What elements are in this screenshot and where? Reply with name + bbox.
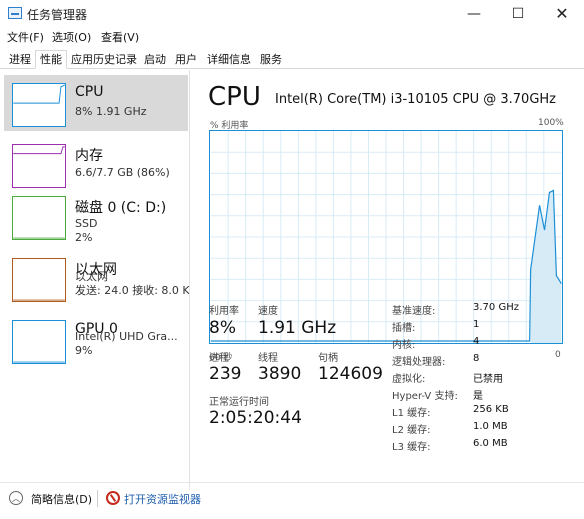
- l2-cache-label: L2 缓存:: [392, 425, 431, 436]
- threads-value: 3890: [258, 364, 302, 384]
- l2-cache-value: 1.0 MB: [473, 421, 508, 432]
- sidebar-item-gpu[interactable]: GPU 0 Intel(R) UHD Gra... 9%: [4, 312, 188, 368]
- hyper-v-value: 是: [473, 391, 483, 402]
- sidebar-item-ethernet[interactable]: 以太网 以太网 发送: 24.0 接收: 8.0 Kb: [4, 250, 190, 306]
- cores-value: 4: [473, 336, 480, 347]
- gpu-thumbnail-graph: [12, 320, 66, 364]
- memory-thumbnail-graph: [12, 144, 66, 188]
- tab-processes[interactable]: 进程: [4, 50, 36, 69]
- graph-time-end: 0: [555, 350, 561, 360]
- sockets-label: 插槽:: [392, 323, 416, 334]
- fewer-details-link[interactable]: 简略信息(D): [31, 491, 92, 507]
- cpu-model: Intel(R) Core(TM) i3-10105 CPU @ 3.70GHz: [275, 92, 556, 107]
- virtualization-label: 虚拟化:: [392, 374, 426, 385]
- tab-users[interactable]: 用户: [170, 50, 202, 69]
- speed-value: 1.91 GHz: [258, 318, 337, 338]
- cpu-detail-panel: CPU Intel(R) Core(TM) i3-10105 CPU @ 3.7…: [200, 70, 580, 490]
- l1-cache-value: 256 KB: [473, 404, 509, 415]
- logical-processors-value: 8: [473, 353, 480, 364]
- speed-label: 速度: [258, 306, 278, 317]
- cores-label: 内核:: [392, 340, 416, 351]
- close-button[interactable]: ✕: [540, 0, 584, 27]
- window-title: 任务管理器: [27, 8, 88, 22]
- sidebar-item-name: CPU: [75, 84, 104, 100]
- handles-label: 句柄: [318, 353, 338, 364]
- tab-details[interactable]: 详细信息: [202, 50, 256, 69]
- utilization-value: 8%: [209, 318, 236, 338]
- l1-cache-label: L1 缓存:: [392, 408, 431, 419]
- resource-monitor-icon[interactable]: [106, 491, 120, 505]
- sidebar-item-memory[interactable]: 内存 6.6/7.7 GB (86%): [4, 136, 188, 192]
- sidebar-item-detail: 8% 1.91 GHz: [75, 105, 147, 118]
- cpu-thumbnail-graph: [12, 83, 66, 127]
- ethernet-thumbnail-graph: [12, 258, 66, 302]
- sidebar-item-detail: 6.6/7.7 GB (86%): [75, 166, 170, 179]
- base-speed-label: 基准速度:: [392, 306, 436, 317]
- graph-max-label: 100%: [538, 118, 564, 128]
- footer-bar: ︿ 简略信息(D) 打开资源监视器: [0, 482, 584, 519]
- sidebar-item-disk[interactable]: 磁盘 0 (C: D:) SSD 2%: [4, 188, 188, 244]
- virtualization-value: 已禁用: [473, 374, 503, 385]
- minimize-button[interactable]: —: [452, 0, 496, 27]
- open-resource-monitor-link[interactable]: 打开资源监视器: [124, 491, 201, 507]
- sidebar-item-type: SSD: [75, 217, 98, 230]
- hyper-v-label: Hyper-V 支持:: [392, 391, 458, 402]
- base-speed-value: 3.70 GHz: [473, 302, 519, 313]
- uptime-label: 正常运行时间: [209, 397, 269, 408]
- chevron-up-icon[interactable]: ︿: [9, 491, 23, 505]
- sidebar-item-name: 磁盘 0 (C: D:): [75, 200, 167, 216]
- sidebar-item-detail: 2%: [75, 231, 93, 244]
- sidebar-item-name: 内存: [75, 148, 103, 164]
- tab-performance[interactable]: 性能: [35, 50, 67, 69]
- utilization-label: 利用率: [209, 306, 239, 317]
- menu-file[interactable]: 文件(F): [7, 29, 44, 45]
- tab-app-history[interactable]: 应用历史记录: [66, 50, 142, 69]
- sockets-value: 1: [473, 319, 480, 330]
- sidebar-item-detail: 9%: [75, 344, 93, 357]
- title-bar: 任务管理器 — ☐ ✕: [0, 0, 584, 27]
- tab-startup[interactable]: 启动: [139, 50, 171, 69]
- l3-cache-value: 6.0 MB: [473, 438, 508, 449]
- disk-thumbnail-graph: [12, 196, 66, 240]
- menu-view[interactable]: 查看(V): [101, 29, 139, 45]
- task-manager-icon: [8, 7, 22, 19]
- logical-processors-label: 逻辑处理器:: [392, 357, 446, 368]
- processes-label: 进程: [209, 353, 229, 364]
- sidebar-item-detail: 发送: 24.0 接收: 8.0 Kb: [75, 284, 190, 297]
- sidebar-item-type: Intel(R) UHD Gra...: [75, 330, 178, 343]
- tab-bar: 进程 性能 应用历史记录 启动 用户 详细信息 服务: [0, 47, 584, 69]
- page-title: CPU: [208, 82, 261, 112]
- menu-options[interactable]: 选项(O): [52, 29, 91, 45]
- performance-sidebar: CPU 8% 1.91 GHz 内存 6.6/7.7 GB (86%) 磁盘 0…: [0, 70, 190, 490]
- footer-divider: [97, 490, 98, 507]
- uptime-value: 2:05:20:44: [209, 408, 302, 428]
- threads-label: 线程: [258, 353, 278, 364]
- l3-cache-label: L3 缓存:: [392, 442, 431, 453]
- handles-value: 124609: [318, 364, 383, 384]
- graph-fill: [530, 190, 562, 343]
- tab-services[interactable]: 服务: [255, 50, 287, 69]
- menu-bar: 文件(F) 选项(O) 查看(V): [0, 27, 584, 45]
- processes-value: 239: [209, 364, 242, 384]
- sidebar-item-cpu[interactable]: CPU 8% 1.91 GHz: [4, 75, 188, 131]
- maximize-button[interactable]: ☐: [496, 0, 540, 27]
